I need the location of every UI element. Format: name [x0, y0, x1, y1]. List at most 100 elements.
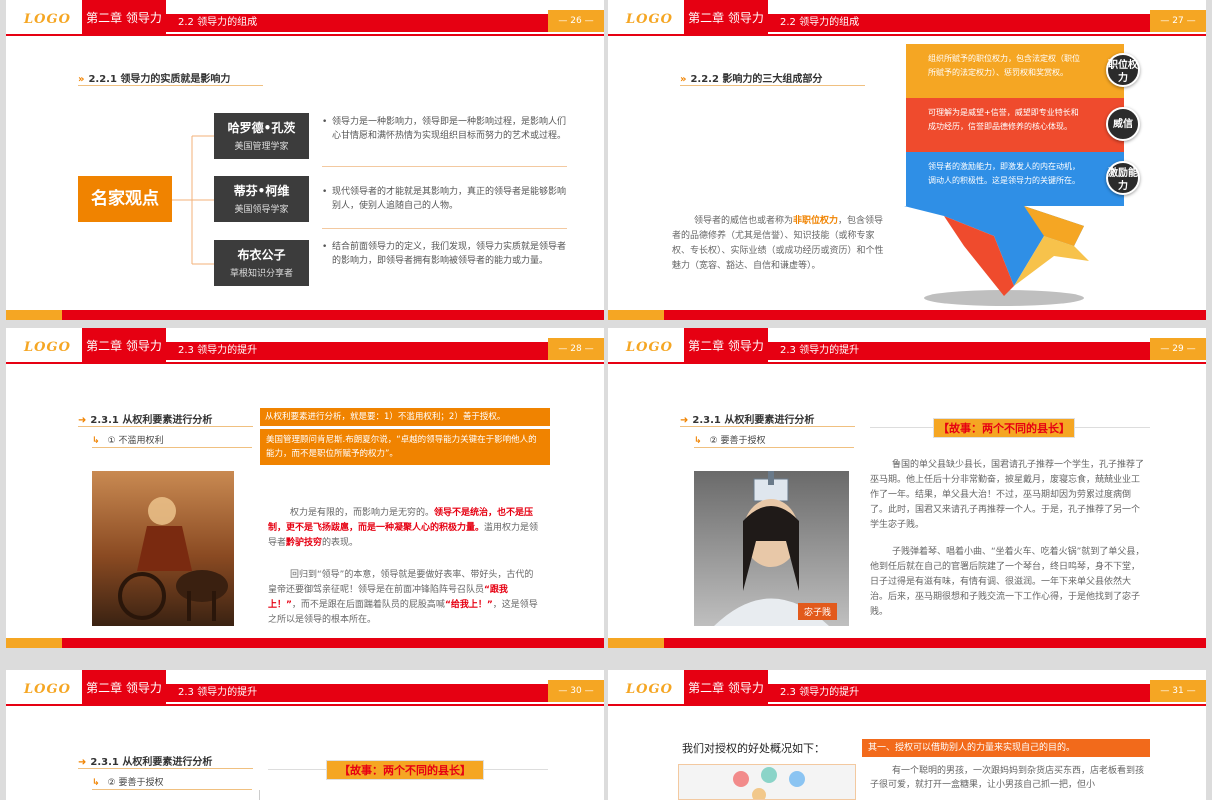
slide-30[interactable]: LOGO 第二章 领导力 2.3 领导力的提升 — 30 — ➜ 2.3.1 从权… — [6, 670, 604, 800]
corner-arrow-icon: ↳ — [694, 436, 702, 446]
subpoint: ↳ ① 不滥用权利 — [92, 433, 163, 446]
slide-header: LOGO 第二章 领导力 2.2 领导力的组成 — 27 — — [608, 0, 1206, 36]
connector-lines — [172, 135, 216, 265]
quote-bullet: 现代领导者的才能就是其影响力，真正的领导者是能够影响别人，使别人追随自己的人物。 — [322, 185, 567, 213]
chapter-label: 第二章 领导力 — [684, 0, 768, 36]
influence-band: 领导者的激励能力，即激发人的内在动机，调动人的积极性。这是领导力的关键所在。 — [906, 152, 1124, 206]
slide-29[interactable]: LOGO 第二章 领导力 2.3 领导力的提升 — 29 — ➜ 2.3.1 从权… — [608, 328, 1206, 648]
summary-box: 从权利要素进行分析，就是要：1）不滥用权利；2）善于授权。 — [260, 408, 550, 426]
section-label: 2.2 领导力的组成 — [780, 17, 860, 28]
center-label: 名家观点 — [78, 176, 172, 222]
chapter-label: 第二章 领导力 — [82, 670, 166, 706]
title-underline — [680, 426, 855, 427]
para-text: ，而不是跟在后面踹着队员的屁股高喊 — [291, 600, 445, 610]
subpoint: ↳ ② 要善于授权 — [92, 775, 163, 788]
section-label: 2.3 领导力的提升 — [780, 687, 860, 698]
title-underline — [78, 85, 263, 86]
double-chevron-icon: » — [78, 74, 85, 85]
slide-header: LOGO 第二章 领导力 2.3 领导力的提升 — 31 — — [608, 670, 1206, 706]
story-paragraph: 有一个聪明的男孩，一次跟妈妈到杂货店买东西，店老板看到孩子很可爱，就打开一盒糖果… — [870, 766, 1145, 790]
person-name: 蒂芬•柯维 — [233, 184, 290, 198]
chapter-label: 第二章 领导力 — [82, 328, 166, 364]
section-label: 2.3 领导力的提升 — [178, 687, 258, 698]
person-title: 美国领导学家 — [234, 205, 289, 215]
section-label: 2.3 领导力的提升 — [780, 345, 860, 356]
para-highlight: 黔驴技穷 — [286, 538, 323, 548]
slide-footer — [6, 310, 604, 320]
page-number: — 31 — — [1150, 680, 1206, 702]
teamwork-image — [678, 764, 856, 800]
sub-underline — [92, 789, 252, 790]
subsection-text: 2.3.1 从权利要素进行分析 — [90, 757, 213, 768]
slide-grid: LOGO 第二章 领导力 2.2 领导力的组成 — 26 — » 2.2.1 领导… — [0, 0, 1212, 800]
chapter-label: 第二章 领导力 — [82, 0, 166, 36]
para-text: 领导者的威信也或者称为 — [694, 216, 794, 226]
logo: LOGO — [626, 682, 673, 697]
page-number: — 28 — — [548, 338, 604, 360]
subsection-text: 2.3.1 从权利要素进行分析 — [692, 415, 815, 426]
corner-arrow-icon: ↳ — [92, 778, 100, 788]
story-paragraph: 子贱弹着琴、唱着小曲、“坐着火车、吃着火锅”就到了单父县，他到任后就在自己的官署… — [870, 547, 1145, 617]
sub-underline — [694, 447, 854, 448]
slide-footer — [6, 638, 604, 648]
subpoint-text: ② 要善于授权 — [107, 778, 164, 788]
page-number: — 26 — — [548, 10, 604, 32]
title-underline — [78, 768, 253, 769]
subsection-title: » 2.2.2 影响力的三大组成部分 — [680, 70, 822, 85]
logo: LOGO — [24, 682, 71, 697]
section-label: 2.3 领导力的提升 — [178, 345, 258, 356]
person-title: 美国管理学家 — [234, 142, 289, 152]
header-line — [608, 704, 1206, 706]
badge-circle: 威信 — [1106, 107, 1140, 141]
logo: LOGO — [626, 340, 673, 355]
chapter-label: 第二章 领导力 — [684, 328, 768, 364]
person-name: 布衣公子 — [237, 248, 286, 262]
sub-underline — [92, 447, 252, 448]
ribbon-graphic — [904, 206, 1089, 306]
page-number: — 30 — — [548, 680, 604, 702]
person-card: 布衣公子 草根知识分享者 — [214, 240, 309, 286]
quote-bullet: 领导力是一种影响力，领导即是一种影响过程，是影响人们心甘情愿和满怀热情为实现组织… — [322, 115, 567, 143]
para-highlight: 非职位权力 — [793, 216, 839, 226]
benefit-box: 其一、授权可以借助别人的力量来实现自己的目的。 — [862, 739, 1150, 757]
subsection-text: 2.3.1 从权利要素进行分析 — [90, 415, 213, 426]
badge-circle: 激励能力 — [1106, 161, 1140, 195]
slide-footer — [608, 310, 1206, 320]
arrow-right-icon: ➜ — [78, 757, 87, 768]
slide-28[interactable]: LOGO 第二章 领导力 2.3 领导力的提升 — 28 — ➜ 2.3.1 从权… — [6, 328, 604, 648]
slide-header: LOGO 第二章 领导力 2.3 领导力的提升 — 29 — — [608, 328, 1206, 364]
double-chevron-icon: » — [680, 74, 687, 85]
quote-bullet: 结合前面领导力的定义，我们发现，领导力实质就是领导者的影响力，即领导者拥有影响被… — [322, 240, 567, 268]
header-line — [6, 362, 604, 364]
influence-band: 组织所赋予的职位权力，包含法定权（职位所赋予的法定权力）、惩罚权和奖赏权。 — [906, 44, 1124, 98]
slide-header: LOGO 第二章 领导力 2.2 领导力的组成 — 26 — — [6, 0, 604, 36]
slide-header: LOGO 第二章 领导力 2.3 领导力的提升 — 28 — — [6, 328, 604, 364]
power-paragraph: 权力是有限的，而影响力是无穷的。领导不是统治，也不是压制，更不是飞扬跋扈，而是一… — [268, 506, 540, 551]
quote-box: 美国管理顾问肯尼斯.布朗夏尔说，“卓越的领导能力关键在于影响他人的能力，而不是职… — [260, 429, 550, 465]
slide-31[interactable]: LOGO 第二章 领导力 2.3 领导力的提升 — 31 — 我们对授权的好处概… — [608, 670, 1206, 800]
slide-26[interactable]: LOGO 第二章 领导力 2.2 领导力的组成 — 26 — » 2.2.1 领导… — [6, 0, 604, 320]
subsection-title: ➜ 2.3.1 从权利要素进行分析 — [78, 411, 212, 426]
leader-paragraph: 回归到“领导”的本意，领导就是要做好表率、带好头，古代的皇帝还要御驾亲征呢！领导… — [268, 568, 540, 628]
portrait-image: 宓子贱 — [694, 471, 849, 626]
section-label: 2.2 领导力的组成 — [178, 17, 258, 28]
chariot-illustration — [118, 497, 228, 621]
page-number: — 29 — — [1150, 338, 1206, 360]
subsection-text: 2.2.2 影响力的三大组成部分 — [690, 74, 823, 85]
slide-footer — [608, 638, 1206, 648]
header-line — [608, 362, 1206, 364]
slide-27[interactable]: LOGO 第二章 领导力 2.2 领导力的组成 — 27 — » 2.2.2 影响… — [608, 0, 1206, 320]
corner-arrow-icon: ↳ — [92, 436, 100, 446]
story-tag: 【故事：两个不同的县长】 — [326, 760, 484, 780]
vertical-rule — [259, 790, 260, 800]
divider — [322, 166, 567, 167]
badge-circle: 职位权力 — [1106, 53, 1140, 87]
person-name: 哈罗德•孔茨 — [227, 121, 296, 135]
header-line — [608, 34, 1206, 36]
para-highlight: “给我上！” — [444, 600, 493, 610]
subpoint-text: ② 要善于授权 — [709, 436, 766, 446]
title-underline — [78, 426, 253, 427]
title-underline — [680, 85, 865, 86]
logo: LOGO — [24, 12, 71, 27]
chapter-label: 第二章 领导力 — [684, 670, 768, 706]
